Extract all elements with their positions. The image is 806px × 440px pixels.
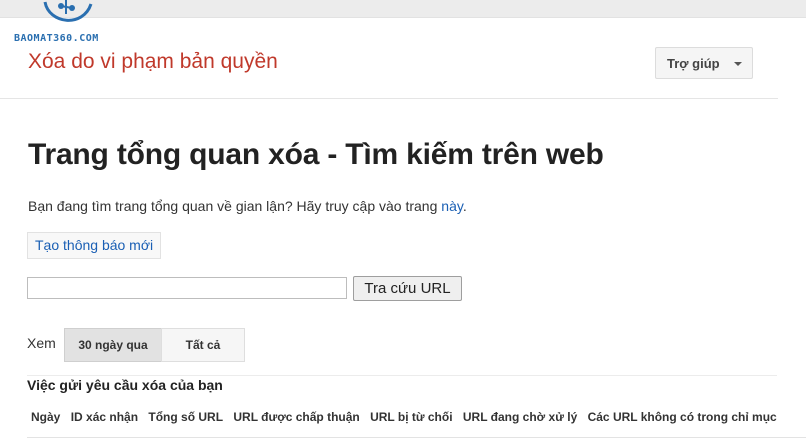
column-not-indexed-urls[interactable]: Các URL không có trong chỉ mục <box>588 410 777 424</box>
watermark-text: BAOMAT360.COM <box>14 33 99 44</box>
help-label: Trợ giúp <box>667 55 720 71</box>
requests-table-header: Ngày ID xác nhận Tổng số URL URL được ch… <box>31 410 784 424</box>
shield-network-icon <box>43 0 93 22</box>
notice-text: Bạn đang tìm trang tổng quan về gian lận… <box>28 198 442 214</box>
requests-section-title: Việc gửi yêu cầu xóa của bạn <box>27 377 223 393</box>
column-rejected-urls[interactable]: URL bị từ chối <box>370 410 452 424</box>
column-pending-urls[interactable]: URL đang chờ xử lý <box>463 410 577 424</box>
column-total-urls[interactable]: Tổng số URL <box>148 410 223 424</box>
table-divider <box>27 437 806 438</box>
filter-last-30-days[interactable]: 30 ngày qua <box>64 328 162 362</box>
column-date[interactable]: Ngày <box>31 410 60 424</box>
filter-all[interactable]: Tất cả <box>161 328 245 362</box>
header-divider <box>0 98 778 99</box>
column-confirmation-id[interactable]: ID xác nhận <box>71 410 138 424</box>
section-divider <box>27 375 777 376</box>
create-new-notice-button[interactable]: Tạo thông báo mới <box>27 232 162 259</box>
help-dropdown-button[interactable]: Trợ giúp <box>655 47 753 79</box>
lookup-url-button[interactable]: Tra cứu URL <box>353 276 462 301</box>
main-heading: Trang tổng quan xóa - Tìm kiếm trên web <box>28 138 604 171</box>
column-approved-urls[interactable]: URL được chấp thuận <box>233 410 359 424</box>
notice-end: . <box>462 198 467 214</box>
view-label: Xem <box>27 335 56 351</box>
watermark-logo: BAOMAT360.COM <box>14 0 134 48</box>
notice-link[interactable]: này <box>441 198 463 214</box>
url-search-input[interactable] <box>27 277 347 299</box>
chevron-down-icon <box>734 62 742 66</box>
fraud-dashboard-notice: Bạn đang tìm trang tổng quan về gian lận… <box>28 198 467 214</box>
page-title: Xóa do vi phạm bản quyền <box>28 50 278 73</box>
